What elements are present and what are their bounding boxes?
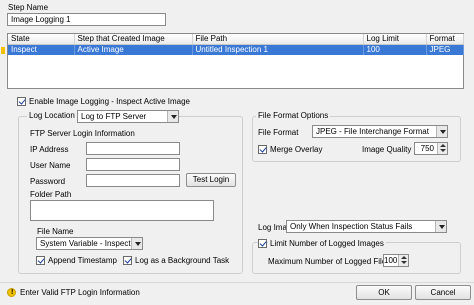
image-quality-value: 750 xyxy=(420,144,434,153)
file-format-value: JPEG - File Interchange Format xyxy=(316,127,429,136)
append-timestamp-label: Append Timestamp xyxy=(48,256,117,265)
max-logged-files-value: 100 xyxy=(384,256,398,265)
password-label: Password xyxy=(30,177,66,186)
max-logged-files-label: Maximum Number of Logged Files xyxy=(268,257,391,266)
user-name-input[interactable] xyxy=(86,158,180,171)
column-header-log-limit[interactable]: Log Limit xyxy=(363,34,427,45)
log-location-value: Log to FTP Server xyxy=(81,112,147,121)
spin-arrows-icon[interactable] xyxy=(437,143,447,154)
log-image-value: Only When Inspection Status Fails xyxy=(290,222,413,231)
folder-path-input[interactable] xyxy=(30,200,214,221)
table-header: State Step that Created Image File Path … xyxy=(8,34,464,45)
column-header-file-path[interactable]: File Path xyxy=(192,34,364,45)
cell-file-path: Untitled Inspection 1 xyxy=(192,44,364,55)
column-header-step[interactable]: Step that Created Image xyxy=(74,34,193,45)
ok-button[interactable]: OK xyxy=(356,285,412,300)
cell-log-limit: 100 xyxy=(363,44,427,55)
cancel-button[interactable]: Cancel xyxy=(415,285,471,300)
image-quality-stepper[interactable]: 750 xyxy=(414,142,448,155)
background-task-label: Log as a Background Task xyxy=(135,256,230,265)
file-format-group xyxy=(252,116,461,162)
ip-address-input[interactable] xyxy=(86,142,180,155)
file-name-label: File Name xyxy=(37,227,74,236)
merge-overlay-label: Merge Overlay xyxy=(270,145,323,154)
log-image-select[interactable]: Only When Inspection Status Fails xyxy=(286,220,447,233)
append-timestamp-checkbox[interactable] xyxy=(36,256,45,265)
chevron-down-icon xyxy=(167,111,178,122)
merge-overlay-checkbox[interactable] xyxy=(258,145,267,154)
enable-logging-checkbox[interactable] xyxy=(17,97,26,106)
table-row[interactable]: Inspect Active Image Untitled Inspection… xyxy=(8,44,464,55)
password-input[interactable] xyxy=(86,174,180,187)
chevron-down-icon xyxy=(436,126,447,137)
cell-step: Active Image xyxy=(74,44,193,55)
image-quality-label: Image Quality xyxy=(362,145,412,154)
cell-format: JPEG xyxy=(426,44,464,55)
ip-address-label: IP Address xyxy=(30,145,69,154)
max-logged-files-stepper[interactable]: 100 xyxy=(383,254,409,267)
chevron-down-icon xyxy=(435,221,446,232)
user-name-label: User Name xyxy=(30,161,71,170)
warning-icon: ! xyxy=(7,288,16,297)
chevron-down-icon xyxy=(131,238,142,249)
test-login-button[interactable]: Test Login xyxy=(186,173,236,187)
limit-images-label: Limit Number of Logged Images xyxy=(268,239,386,249)
file-name-select[interactable]: System Variable - Inspection xyxy=(36,237,143,250)
folder-path-label: Folder Path xyxy=(30,190,72,199)
spin-arrows-icon[interactable] xyxy=(398,255,408,266)
limit-images-checkbox[interactable] xyxy=(258,239,267,248)
background-task-checkbox[interactable] xyxy=(123,256,132,265)
file-format-select[interactable]: JPEG - File Interchange Format xyxy=(312,125,448,138)
cell-state: Inspect xyxy=(8,44,75,55)
column-header-state[interactable]: State xyxy=(8,34,75,45)
log-location-select[interactable]: Log to FTP Server xyxy=(77,110,179,123)
enable-logging-label: Enable Image Logging - Inspect Active Im… xyxy=(29,97,190,106)
step-name-label: Step Name xyxy=(8,3,49,12)
row-warning-marker-icon xyxy=(1,47,5,54)
log-location-label: Log Location xyxy=(27,111,77,121)
step-name-input[interactable]: Image Logging 1 xyxy=(7,13,166,26)
file-format-label: File Format xyxy=(258,128,299,137)
file-format-title: File Format Options xyxy=(256,111,331,121)
column-header-format[interactable]: Format xyxy=(426,34,464,45)
status-message: Enter Valid FTP Login Information xyxy=(20,288,140,297)
file-name-value: System Variable - Inspection xyxy=(40,239,142,248)
log-table[interactable]: State Step that Created Image File Path … xyxy=(7,33,464,89)
ftp-section-title: FTP Server Login Information xyxy=(30,129,135,138)
